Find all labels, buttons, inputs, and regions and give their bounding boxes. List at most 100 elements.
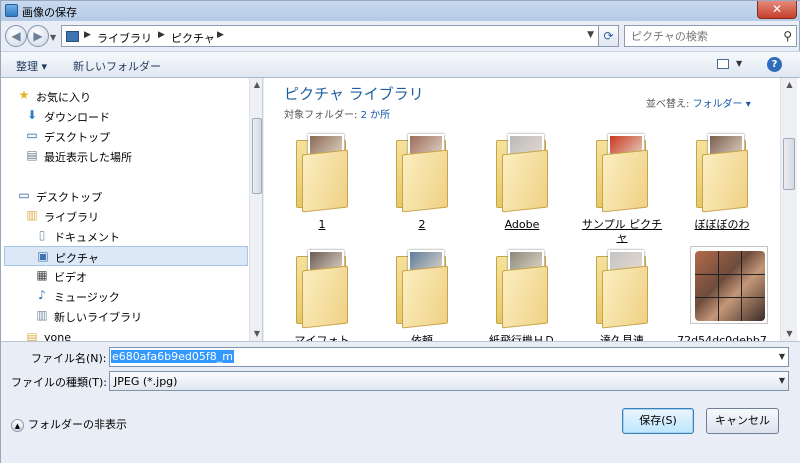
breadcrumb-separator-icon[interactable]: ▶ xyxy=(217,30,224,40)
file-list-scrollbar[interactable]: ▲ ▼ xyxy=(780,78,797,341)
search-box: ⚲ xyxy=(624,25,797,47)
folder-item[interactable]: サンプル ピクチャ xyxy=(577,130,667,244)
target-folders-info: 対象フォルダー: 2 か所 xyxy=(284,106,390,121)
view-options-dropdown-icon[interactable]: ▼ xyxy=(736,59,742,68)
save-button[interactable]: 保存(S) xyxy=(622,408,694,434)
item-label: ぼぼぼのわ xyxy=(694,218,750,231)
breadcrumb-libraries[interactable]: ライブラリ xyxy=(97,30,152,46)
scroll-down-icon[interactable]: ▼ xyxy=(781,327,798,341)
sort-control: 並べ替え: フォルダー ▾ xyxy=(646,95,751,110)
close-button[interactable]: ✕ xyxy=(757,1,797,19)
desktop-icon: ▭ xyxy=(18,188,30,202)
scrollbar-thumb[interactable] xyxy=(252,118,262,194)
organize-button[interactable]: 整理 ▾ xyxy=(16,58,47,74)
command-bar: 整理 ▾ 新しいフォルダー ▼ ? xyxy=(1,51,800,78)
folder-icon xyxy=(294,130,350,213)
pictures-icon: ▣ xyxy=(37,249,49,263)
nav-item-recent-places[interactable]: ▤ 最近表示した場所 xyxy=(25,146,245,166)
item-label: サンプル ピクチャ xyxy=(581,218,663,244)
nav-item-documents[interactable]: ▯ ドキュメント xyxy=(35,226,245,246)
target-folders-link[interactable]: 2 か所 xyxy=(361,110,391,121)
folder-item[interactable]: 2 xyxy=(377,130,467,242)
nav-item-label: ドキュメント xyxy=(54,231,120,244)
new-folder-button[interactable]: 新しいフォルダー xyxy=(73,58,161,74)
filename-value[interactable]: e680afa6b9ed05f8_m xyxy=(111,350,234,363)
nav-item-user-folder[interactable]: ▤ yone xyxy=(25,328,245,342)
breadcrumb-pictures[interactable]: ピクチャ xyxy=(171,30,215,46)
item-label: 依頼 xyxy=(411,334,433,341)
filename-field[interactable]: e680afa6b9ed05f8_m ▼ xyxy=(109,347,789,367)
chevron-down-icon[interactable]: ▼ xyxy=(779,352,785,361)
star-icon: ★ xyxy=(18,88,30,102)
nav-item-label: ダウンロード xyxy=(44,111,110,124)
folder-front xyxy=(702,149,748,213)
folder-front xyxy=(602,265,648,329)
folder-item[interactable]: 達久見連 xyxy=(577,246,667,341)
nav-item-desktop-favorite[interactable]: ▭ デスクトップ xyxy=(25,126,245,146)
folder-item[interactable]: 1 xyxy=(277,130,367,242)
hide-folders-toggle[interactable]: ▲ フォルダーの非表示 xyxy=(11,416,127,432)
breadcrumb-separator-icon[interactable]: ▶ xyxy=(84,30,91,40)
nav-item-pictures[interactable]: ▣ ピクチャ xyxy=(4,246,248,266)
search-icon[interactable]: ⚲ xyxy=(783,29,792,43)
chevron-up-icon: ▲ xyxy=(11,418,24,432)
chevron-down-icon[interactable]: ▼ xyxy=(779,376,785,385)
change-view-icon[interactable] xyxy=(717,59,729,69)
nav-item-videos[interactable]: ▦ ビデオ xyxy=(35,266,245,286)
photo-cube-image xyxy=(695,251,765,321)
nav-item-new-library[interactable]: ▥ 新しいライブラリ xyxy=(35,306,245,326)
nav-item-downloads[interactable]: ⬇ ダウンロード xyxy=(25,106,245,126)
recent-locations-dropdown[interactable]: ▼ xyxy=(50,33,56,42)
address-dropdown-icon[interactable]: ▼ xyxy=(587,30,594,40)
scroll-up-icon[interactable]: ▲ xyxy=(250,78,262,92)
nav-item-label: yone xyxy=(44,331,71,341)
folder-front xyxy=(302,149,348,213)
nav-item-label: ミュージック xyxy=(54,291,120,304)
item-label: 2 xyxy=(418,218,426,231)
folder-item[interactable]: Adobe xyxy=(477,130,567,242)
folder-item[interactable]: マイフォト xyxy=(277,246,367,341)
hide-folders-label: フォルダーの非表示 xyxy=(28,418,127,431)
scrollbar-thumb[interactable] xyxy=(783,138,795,190)
folder-icon xyxy=(694,130,750,213)
refresh-button[interactable]: ⟳ xyxy=(599,25,619,47)
forward-button[interactable]: ▶ xyxy=(27,25,49,47)
scroll-down-icon[interactable]: ▼ xyxy=(250,327,262,341)
folder-item[interactable]: 依頼 xyxy=(377,246,467,341)
image-file-item[interactable]: 72d54dc0debb7 xyxy=(677,246,768,341)
search-input[interactable] xyxy=(625,26,775,46)
nav-item-libraries[interactable]: ▥ ライブラリ xyxy=(25,206,245,226)
refresh-icon: ⟳ xyxy=(603,29,614,43)
nav-item-label: ライブラリ xyxy=(44,211,99,224)
folder-item[interactable]: ぼぼぼのわ xyxy=(677,130,767,242)
nav-item-label: 新しいライブラリ xyxy=(54,311,142,324)
library-icon: ▥ xyxy=(36,308,48,322)
folder-icon xyxy=(394,130,450,213)
documents-icon: ▯ xyxy=(38,228,46,242)
cancel-button[interactable]: キャンセル xyxy=(706,408,779,434)
nav-item-label: ピクチャ xyxy=(55,252,99,265)
sort-dropdown[interactable]: フォルダー ▾ xyxy=(693,99,751,110)
app-icon xyxy=(5,4,18,17)
nav-item-desktop[interactable]: ▭ デスクトップ xyxy=(17,186,237,206)
back-button[interactable]: ◀ xyxy=(5,25,27,47)
help-icon[interactable]: ? xyxy=(767,57,782,72)
breadcrumb-separator-icon[interactable]: ▶ xyxy=(158,30,165,40)
nav-item-favorites[interactable]: ★ お気に入り xyxy=(17,86,237,106)
library-icon: ▥ xyxy=(26,208,38,222)
nav-item-label: お気に入り xyxy=(36,91,91,104)
folder-icon xyxy=(294,246,350,329)
nav-pane-scrollbar[interactable]: ▲ ▼ xyxy=(249,78,262,341)
window-title: 画像の保存 xyxy=(22,6,77,19)
nav-item-music[interactable]: ♪ ミュージック xyxy=(35,286,245,306)
folder-item[interactable]: 紙飛行機ＨＤ xyxy=(477,246,567,341)
address-bar[interactable]: ▶ ライブラリ ▶ ピクチャ ▶ ▼ xyxy=(61,25,599,47)
filetype-select[interactable]: JPEG (*.jpg) ▼ xyxy=(109,371,789,391)
item-label: 達久見連 xyxy=(600,334,644,341)
scroll-up-icon[interactable]: ▲ xyxy=(781,78,798,92)
save-image-dialog: 画像の保存 ✕ ◀ ▶ ▼ ▶ ライブラリ ▶ ピクチャ ▶ ▼ ⟳ ⚲ 整理 … xyxy=(0,0,800,463)
arrow-left-icon: ◀ xyxy=(11,29,21,43)
folder-icon xyxy=(494,246,550,329)
nav-item-label: デスクトップ xyxy=(36,191,102,204)
nav-item-label: デスクトップ xyxy=(44,131,110,144)
